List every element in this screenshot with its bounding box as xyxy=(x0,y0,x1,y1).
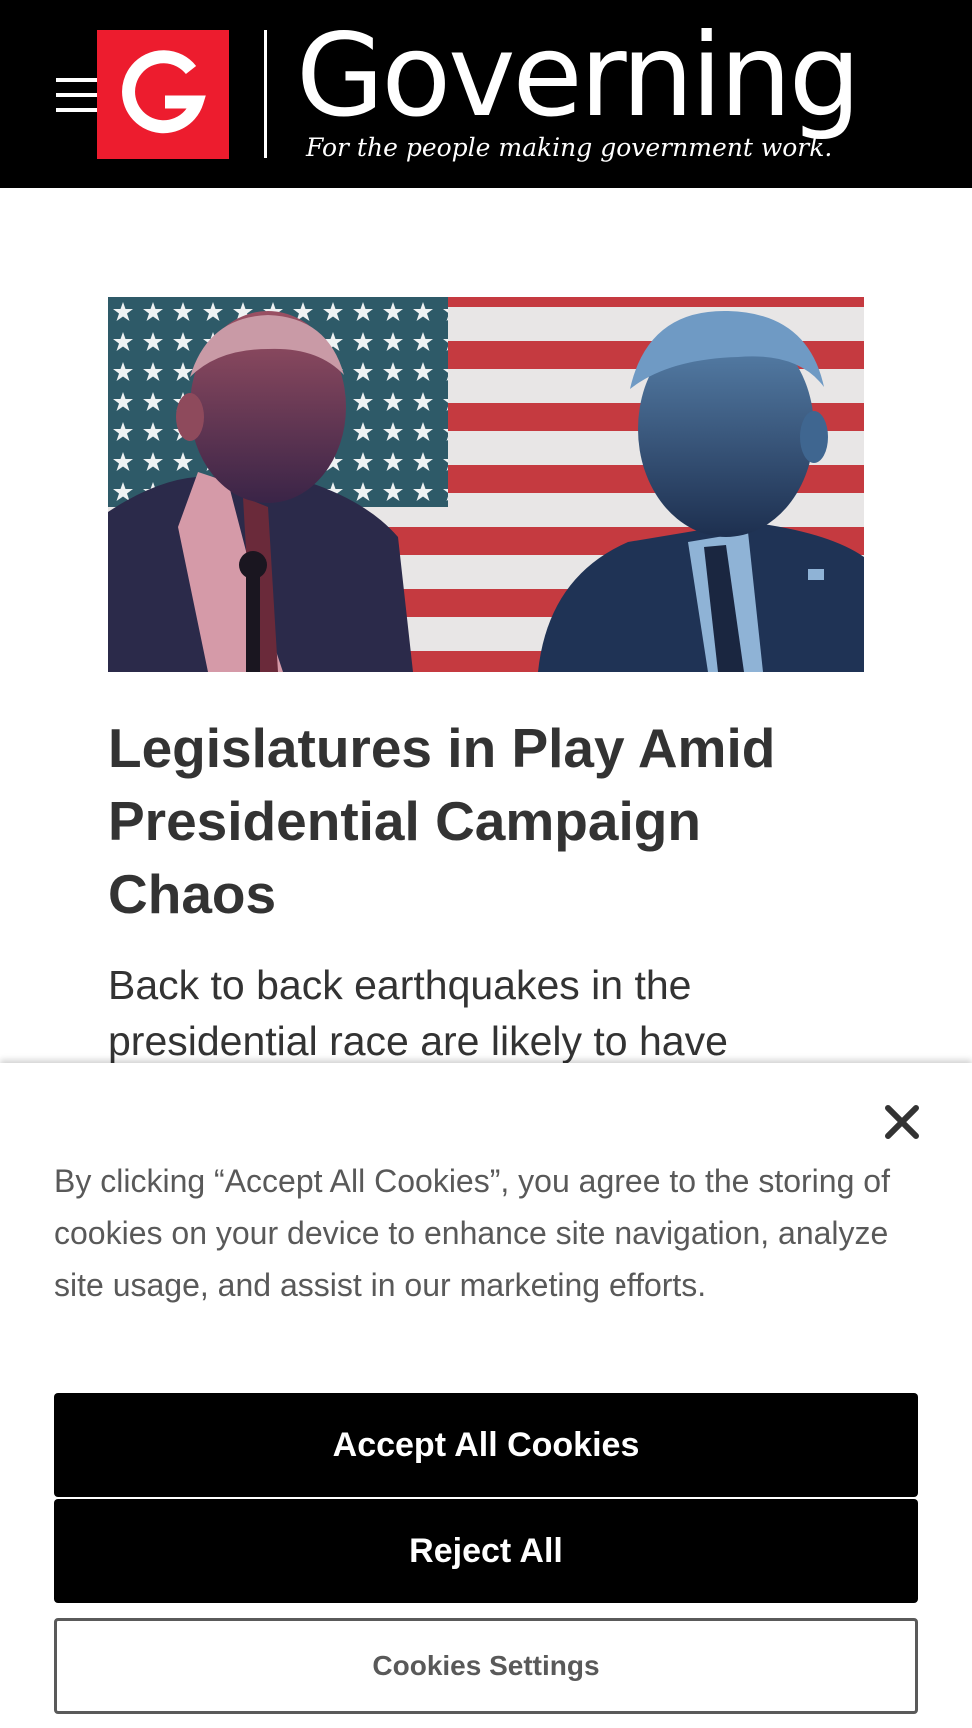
reject-all-button[interactable]: Reject All xyxy=(54,1499,918,1603)
cookies-settings-button[interactable]: Cookies Settings xyxy=(54,1618,918,1714)
article-dek: Back to back earthquakes in the presiden… xyxy=(108,962,728,1064)
g-logo-icon xyxy=(97,30,229,159)
article-hero-image[interactable] xyxy=(108,297,864,672)
site-wordmark[interactable]: Governing xyxy=(296,16,861,136)
close-icon[interactable] xyxy=(880,1100,924,1144)
article-headline[interactable]: Legislatures in Play Amid Presidential C… xyxy=(108,712,878,931)
logo-divider xyxy=(264,30,267,158)
site-tagline: For the people making government work. xyxy=(306,133,833,162)
governing-logo[interactable] xyxy=(97,30,229,159)
site-header: Governing For the people making governme… xyxy=(0,0,972,188)
accept-all-cookies-button[interactable]: Accept All Cookies xyxy=(54,1393,918,1497)
cookie-consent-text: By clicking “Accept All Cookies”, you ag… xyxy=(54,1163,890,1303)
